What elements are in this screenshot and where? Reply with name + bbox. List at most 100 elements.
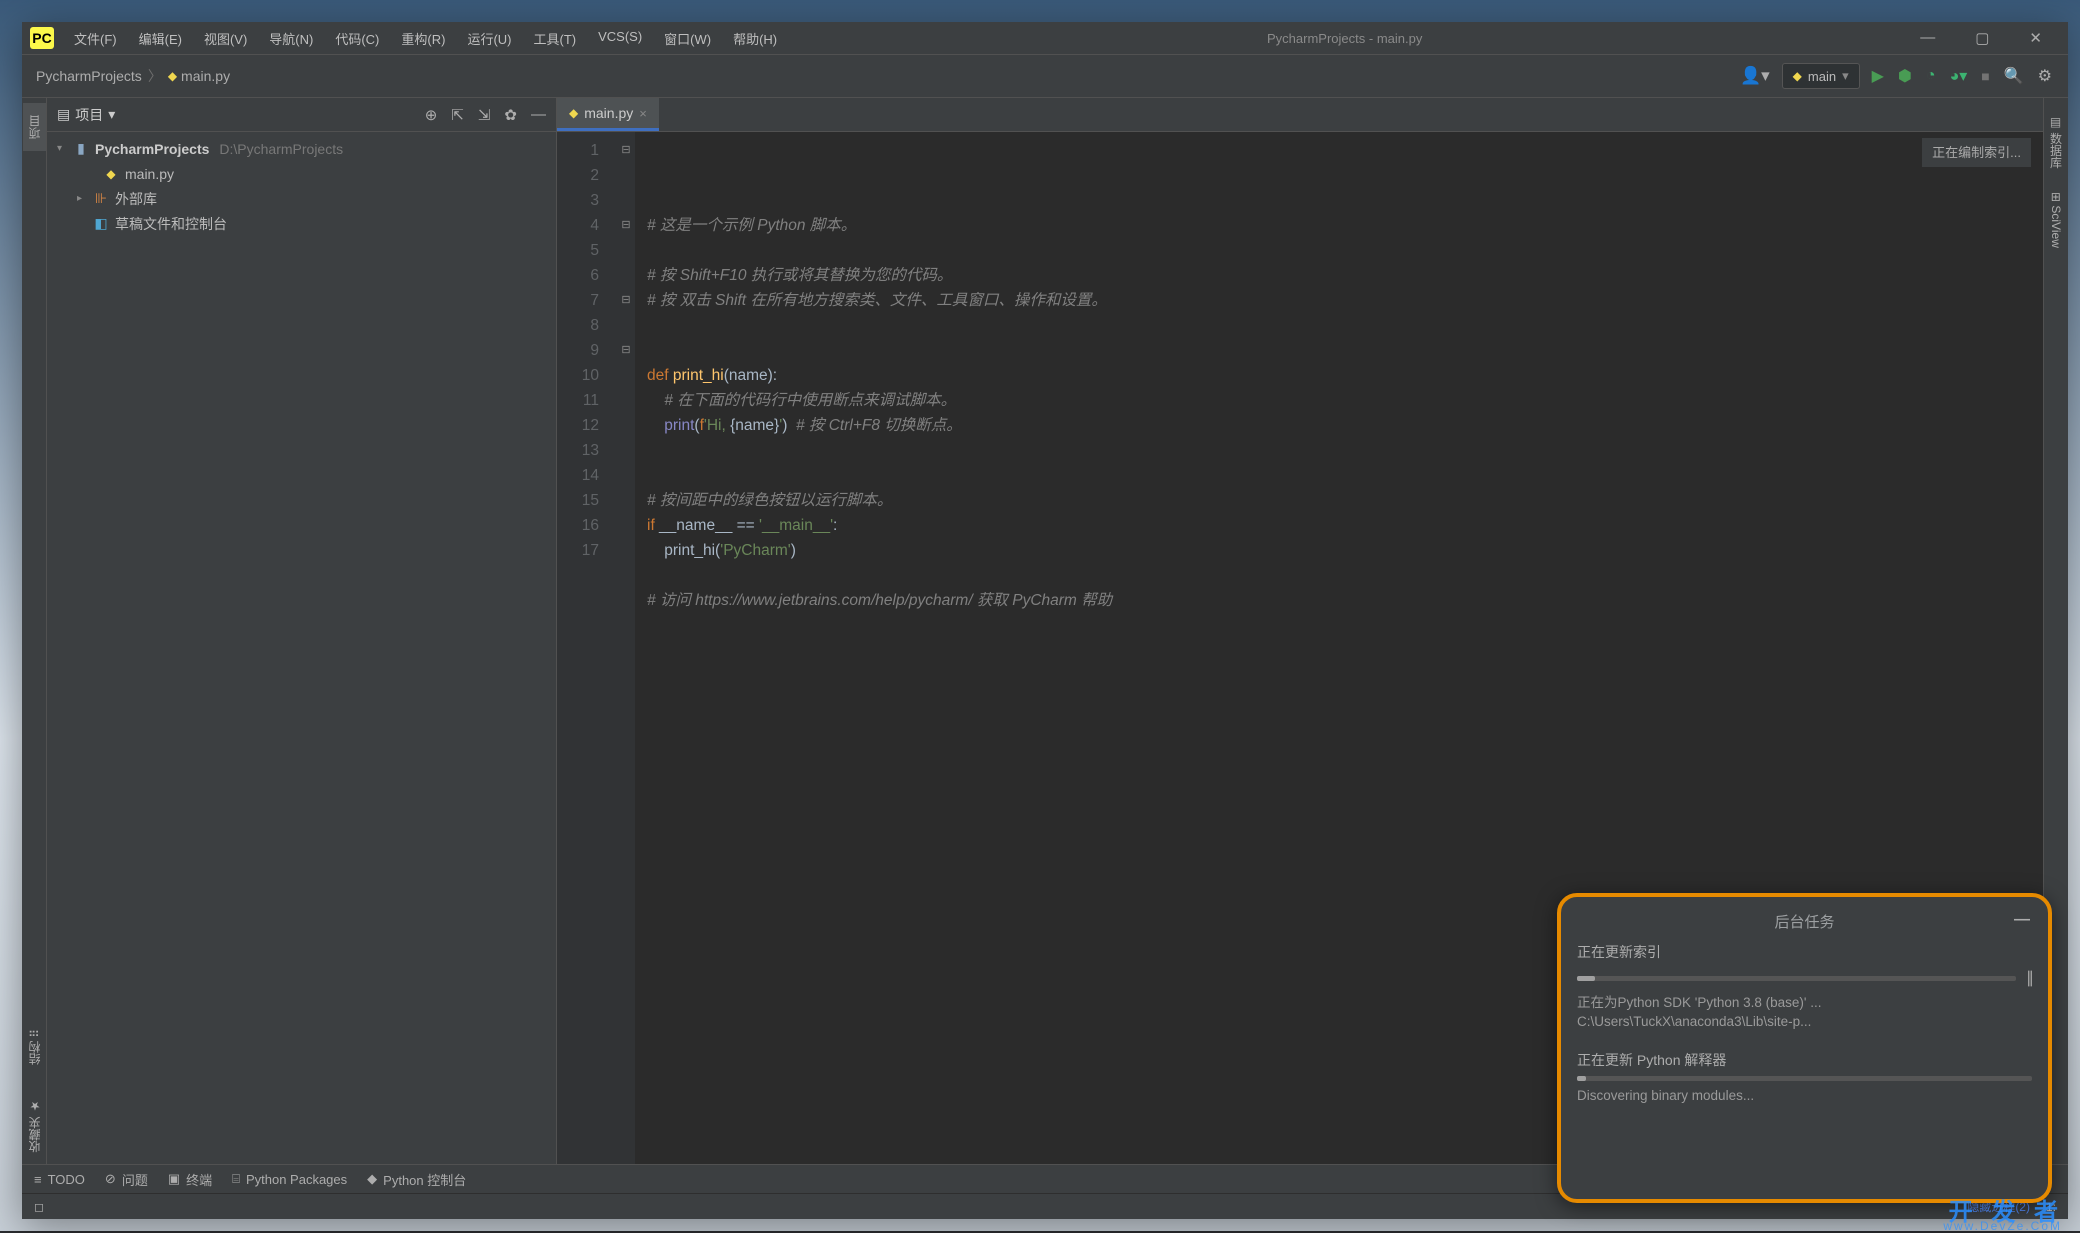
menu-item[interactable]: 帮助(H) — [723, 25, 787, 52]
code-line[interactable] — [647, 238, 2043, 263]
project-panel-title[interactable]: ▤ 项目 ▾ — [57, 105, 115, 125]
code-line[interactable] — [647, 338, 2043, 363]
expand-all-icon[interactable]: ⇱ — [451, 106, 464, 124]
code-line[interactable] — [647, 438, 2043, 463]
chevron-down-icon: ▾ — [1842, 68, 1849, 84]
menu-item[interactable]: 重构(R) — [391, 25, 455, 52]
tool-packages-label: Python Packages — [246, 1172, 347, 1187]
python-icon: ◆ — [168, 69, 177, 83]
menu-item[interactable]: 编辑(E) — [129, 25, 192, 52]
tool-python-console[interactable]: ◆ Python 控制台 — [367, 1170, 466, 1189]
tab-structure[interactable]: 结构 ⠿ — [23, 1017, 46, 1077]
code-line[interactable]: print(f'Hi, {name}') # 按 Ctrl+F8 切换断点。 — [647, 413, 2043, 438]
menu-item[interactable]: 窗口(W) — [654, 25, 721, 52]
code-line[interactable]: # 访问 https://www.jetbrains.com/help/pych… — [647, 588, 2043, 613]
tab-project[interactable]: 项目 — [23, 103, 46, 151]
tree-root-label: PycharmProjects — [95, 141, 209, 157]
menu-item[interactable]: 导航(N) — [259, 25, 323, 52]
run-button[interactable]: ▶ — [1870, 64, 1886, 88]
bg-tasks-title: 后台任务 — [1774, 914, 1834, 931]
bg-task-indexing: 正在更新索引 ∥ 正在为Python SDK 'Python 3.8 (base… — [1577, 942, 2032, 1032]
menu-item[interactable]: 代码(C) — [325, 25, 389, 52]
code-line[interactable]: # 在下面的代码行中使用断点来调试脚本。 — [647, 388, 2043, 413]
menu-item[interactable]: 视图(V) — [194, 25, 257, 52]
python-icon: ◆ — [1793, 69, 1802, 83]
stop-button[interactable]: ■ — [1979, 66, 1991, 86]
run-config-selector[interactable]: ◆ main ▾ — [1782, 63, 1860, 89]
status-quick-access-icon[interactable]: ◻ — [34, 1200, 44, 1214]
close-tab-icon[interactable]: × — [639, 106, 647, 121]
user-icon[interactable]: 👤▾ — [1738, 64, 1772, 88]
panel-settings-icon[interactable]: ✿ — [504, 106, 517, 124]
progress-bar — [1577, 976, 2016, 981]
tab-favorites[interactable]: 收藏夹 ★ — [23, 1087, 46, 1164]
tab-sciview-label: SciView — [2049, 206, 2063, 248]
breadcrumb: PycharmProjects 〉 ◆ main.py — [36, 66, 230, 86]
menu-item[interactable]: VCS(S) — [588, 25, 652, 52]
tree-file-main[interactable]: ◆ main.py — [47, 161, 556, 186]
project-tree: ▾ ▮ PycharmProjects D:\PycharmProjects ◆… — [47, 132, 556, 240]
code-line[interactable]: print_hi('PyCharm') — [647, 538, 2043, 563]
expand-icon: ▾ — [57, 143, 67, 154]
tool-terminal-label: 终端 — [186, 1170, 212, 1189]
minimize-button[interactable]: — — [1912, 29, 1943, 47]
title-bar: PC 文件(F)编辑(E)视图(V)导航(N)代码(C)重构(R)运行(U)工具… — [22, 22, 2068, 55]
menu-item[interactable]: 文件(F) — [64, 25, 127, 52]
tab-database[interactable]: ▤ 数据库 — [2045, 103, 2068, 180]
settings-button[interactable]: ⚙ — [2036, 64, 2054, 88]
code-line[interactable] — [647, 563, 2043, 588]
code-line[interactable]: # 按 Shift+F10 执行或将其替换为您的代码。 — [647, 263, 2043, 288]
line-number-gutter: 1234567891011121314151617 — [557, 132, 617, 1164]
bg-task-indexing-detail-1: 正在为Python SDK 'Python 3.8 (base)' ... — [1577, 994, 2032, 1013]
tab-favorites-label: 收藏夹 — [28, 1116, 42, 1152]
project-panel: ▤ 项目 ▾ ⊕ ⇱ ⇲ ✿ — ▾ ▮ PycharmProjects D:\… — [47, 98, 557, 1164]
menu-item[interactable]: 工具(T) — [523, 25, 586, 52]
tree-scratches-label: 草稿文件和控制台 — [115, 214, 227, 234]
tree-file-label: main.py — [125, 166, 174, 182]
close-button[interactable]: ✕ — [2021, 29, 2050, 47]
editor-tab-main[interactable]: ◆ main.py × — [557, 98, 659, 131]
tab-structure-label: 结构 — [28, 1041, 42, 1065]
tree-root[interactable]: ▾ ▮ PycharmProjects D:\PycharmProjects — [47, 136, 556, 161]
tab-sciview[interactable]: ⊞ SciView — [2046, 180, 2066, 260]
menu-item[interactable]: 运行(U) — [457, 25, 521, 52]
bg-task-interpreter-detail: Discovering binary modules... — [1577, 1087, 2032, 1106]
code-line[interactable]: # 按间距中的绿色按钮以运行脚本。 — [647, 488, 2043, 513]
code-line[interactable] — [647, 463, 2043, 488]
folder-icon: ▮ — [73, 140, 89, 157]
code-line[interactable]: # 按 双击 Shift 在所有地方搜索类、文件、工具窗口、操作和设置。 — [647, 288, 2043, 313]
locate-icon[interactable]: ⊕ — [425, 106, 438, 124]
code-line[interactable] — [647, 613, 2043, 638]
maximize-button[interactable]: ▢ — [1967, 29, 1997, 47]
search-everywhere-button[interactable]: 🔍 — [2002, 64, 2026, 88]
bg-task-indexing-title: 正在更新索引 — [1577, 942, 2032, 962]
coverage-button[interactable]: ◔ — [1924, 65, 1938, 87]
tree-scratches[interactable]: ◧ 草稿文件和控制台 — [47, 211, 556, 236]
tool-todo[interactable]: ≡ TODO — [34, 1172, 85, 1187]
code-line[interactable]: # 这是一个示例 Python 脚本。 — [647, 213, 2043, 238]
tree-external-libs[interactable]: ▸ ⊪ 外部库 — [47, 186, 556, 211]
hide-panel-icon[interactable]: — — [531, 106, 546, 124]
collapse-all-icon[interactable]: ⇲ — [478, 106, 491, 124]
tree-external-label: 外部库 — [115, 189, 157, 209]
toolbar-actions: 👤▾ ◆ main ▾ ▶ ⬢ ◔ ◕▾ ■ 🔍 ⚙ — [1738, 63, 2054, 89]
tool-console-label: Python 控制台 — [383, 1170, 466, 1189]
code-line[interactable]: def print_hi(name): — [647, 363, 2043, 388]
bg-tasks-minimize[interactable]: — — [2014, 911, 2030, 929]
breadcrumb-project[interactable]: PycharmProjects — [36, 68, 142, 84]
fold-gutter: ⊟⊟⊟⊟ — [617, 132, 635, 1164]
bg-task-indexing-detail: 正在为Python SDK 'Python 3.8 (base)' ... C:… — [1577, 994, 2032, 1032]
bg-task-interpreter: 正在更新 Python 解释器 Discovering binary modul… — [1577, 1050, 2032, 1106]
tool-terminal[interactable]: ▣ 终端 — [168, 1170, 212, 1189]
expand-icon: ▸ — [77, 193, 87, 204]
pause-icon[interactable]: ∥ — [2026, 968, 2032, 988]
breadcrumb-file[interactable]: ◆ main.py — [168, 68, 230, 84]
profile-button[interactable]: ◕▾ — [1948, 64, 1970, 88]
debug-button[interactable]: ⬢ — [1896, 64, 1914, 88]
code-line[interactable] — [647, 313, 2043, 338]
tool-problems[interactable]: ⊘ 问题 — [105, 1170, 148, 1189]
breadcrumb-file-label: main.py — [181, 68, 230, 84]
tool-python-packages[interactable]: ⌸ Python Packages — [232, 1171, 347, 1187]
project-panel-title-label: 项目 — [75, 105, 103, 125]
code-line[interactable]: if __name__ == '__main__': — [647, 513, 2043, 538]
